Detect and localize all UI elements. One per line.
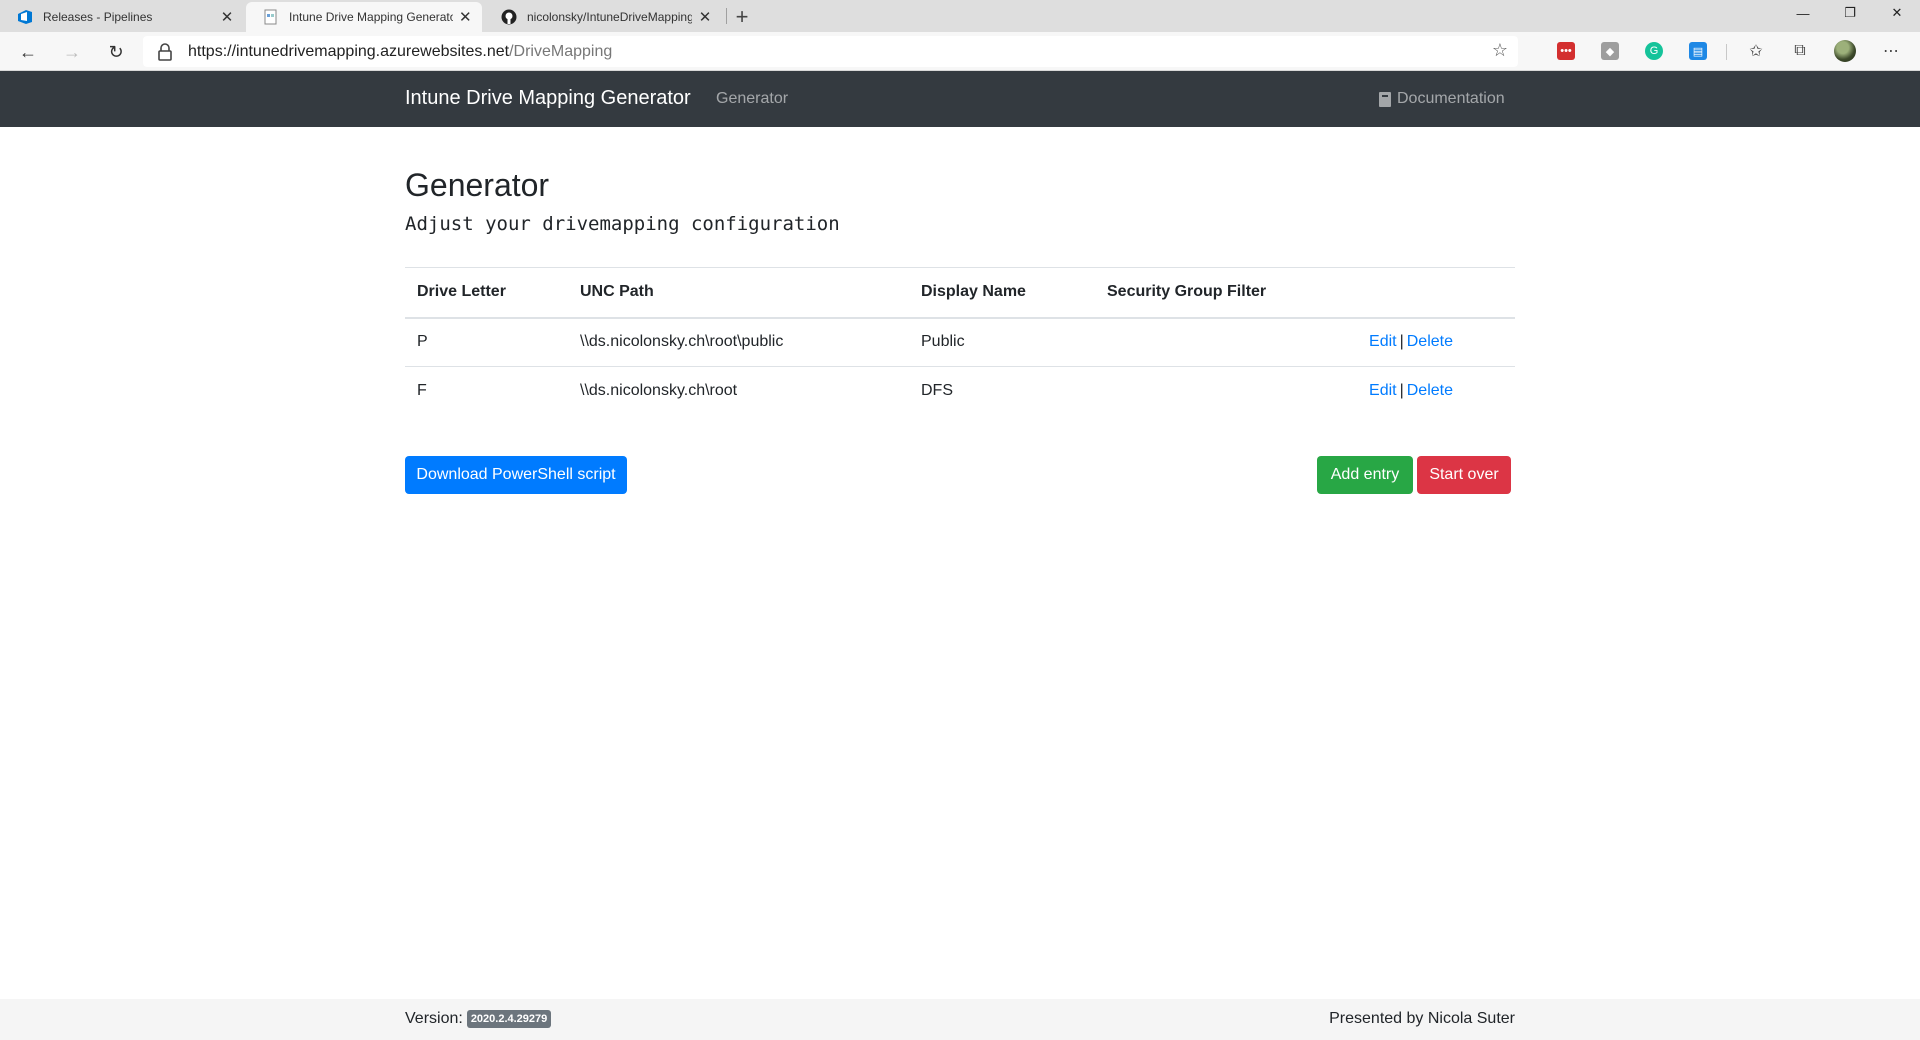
close-tab-icon[interactable]: ✕ [459,8,472,26]
table-header-row: Drive Letter UNC Path Display Name Secur… [405,267,1515,319]
cell-display-name: Public [909,317,1095,367]
action-separator: | [1399,382,1404,400]
tab-title: Intune Drive Mapping Generator [289,10,453,24]
presented-by: Presented by Nicola Suter [1329,1010,1515,1027]
grammarly-extension-icon[interactable]: G [1645,42,1663,60]
edit-link[interactable]: Edit [1369,333,1397,350]
browser-tab-releases[interactable]: Releases - Pipelines ✕ [0,2,244,32]
url-path: /DriveMapping [509,43,613,60]
browser-tabstrip: Releases - Pipelines ✕ Intune Drive Mapp… [0,0,1920,32]
url-host: https://intunedrivemapping.azurewebsites… [188,43,510,60]
documentation-label: Documentation [1397,90,1505,107]
start-over-button[interactable]: Start over [1417,456,1511,494]
restore-icon[interactable]: ❐ [1827,0,1873,26]
github-icon [501,9,517,25]
action-separator: | [1399,333,1404,351]
download-powershell-button[interactable]: Download PowerShell script [405,456,627,494]
more-menu-icon[interactable]: ⋯ [1880,40,1902,62]
cell-drive-letter: P [405,317,568,367]
reader-extension-icon[interactable]: ▤ [1689,42,1707,60]
lock-icon [157,43,173,61]
delete-link[interactable]: Delete [1407,382,1453,399]
page-icon [263,9,279,25]
page-subtitle: Adjust your drivemapping configuration [405,213,840,235]
edit-link[interactable]: Edit [1369,382,1397,399]
table-row: P \\ds.nicolonsky.ch\root\public Public … [405,317,1515,367]
toolbar-divider [1726,44,1727,60]
header-drive-letter: Drive Letter [405,267,568,319]
nav-link-generator[interactable]: Generator [716,90,788,108]
refresh-icon[interactable]: ↻ [103,39,129,65]
cell-unc-path: \\ds.nicolonsky.ch\root [580,382,738,400]
header-unc-path: UNC Path [568,267,909,319]
delete-link[interactable]: Delete [1407,333,1453,350]
azure-devops-icon [17,9,33,25]
close-tab-icon[interactable]: ✕ [698,8,712,26]
profile-avatar[interactable] [1834,40,1856,62]
page-footer: Version: 2020.2.4.29279 Presented by Nic… [0,999,1920,1040]
navbar-brand[interactable]: Intune Drive Mapping Generator [405,87,691,110]
page-title: Generator [405,167,550,203]
browser-tab-generator[interactable]: Intune Drive Mapping Generator ✕ [246,2,482,32]
cell-actions: Edit | Delete [1355,317,1515,367]
nav-link-documentation[interactable]: Documentation [1379,90,1505,108]
tab-title: Releases - Pipelines [43,10,153,24]
close-window-icon[interactable]: ✕ [1874,0,1920,26]
version-badge: 2020.2.4.29279 [466,1010,552,1028]
favorites-list-icon[interactable]: ✩ [1745,40,1767,62]
version-label: Version: [405,1010,463,1027]
cell-security-group-filter [1095,367,1355,416]
header-security-group-filter: Security Group Filter [1095,267,1355,319]
collections-icon[interactable]: ⧉ [1789,40,1811,62]
cell-unc-path: \\ds.nicolonsky.ch\root\public [568,317,909,367]
cell-drive-letter: F [417,382,427,400]
lastpass-extension-icon[interactable]: ••• [1557,42,1575,60]
table-row: F \\ds.nicolonsky.ch\root DFS Edit | Delet… [405,367,1515,416]
tab-divider [726,8,727,24]
extension-icon[interactable]: ◆ [1601,42,1619,60]
browser-toolbar: ← → ↻ https://intunedrivemapping.azurewe… [0,32,1920,71]
browser-tab-github[interactable]: nicolonsky/IntuneDriveMapping ✕ [484,2,722,32]
new-tab-icon[interactable]: + [730,4,754,30]
version-info: Version: 2020.2.4.29279 [405,1010,552,1028]
drive-mapping-table: Drive Letter UNC Path Display Name Secur… [405,267,1515,416]
cell-actions: Edit | Delete [1355,367,1515,416]
forward-icon[interactable]: → [59,39,85,65]
minimize-icon[interactable]: — [1780,0,1826,26]
web-page: Intune Drive Mapping Generator Generator… [0,71,1920,1040]
add-entry-button[interactable]: Add entry [1317,456,1413,494]
favorite-star-icon[interactable]: ☆ [1492,40,1508,61]
cell-security-group-filter [1095,317,1355,367]
close-tab-icon[interactable]: ✕ [220,8,234,26]
header-actions [1355,267,1515,319]
book-icon [1379,91,1391,107]
tab-title: nicolonsky/IntuneDriveMapping [527,10,693,24]
top-navbar: Intune Drive Mapping Generator Generator… [0,71,1920,127]
header-display-name: Display Name [909,267,1095,319]
cell-display-name: DFS [921,382,953,400]
back-icon[interactable]: ← [15,39,41,65]
address-bar[interactable]: https://intunedrivemapping.azurewebsites… [143,36,1518,67]
url-text[interactable]: https://intunedrivemapping.azurewebsites… [188,43,612,61]
